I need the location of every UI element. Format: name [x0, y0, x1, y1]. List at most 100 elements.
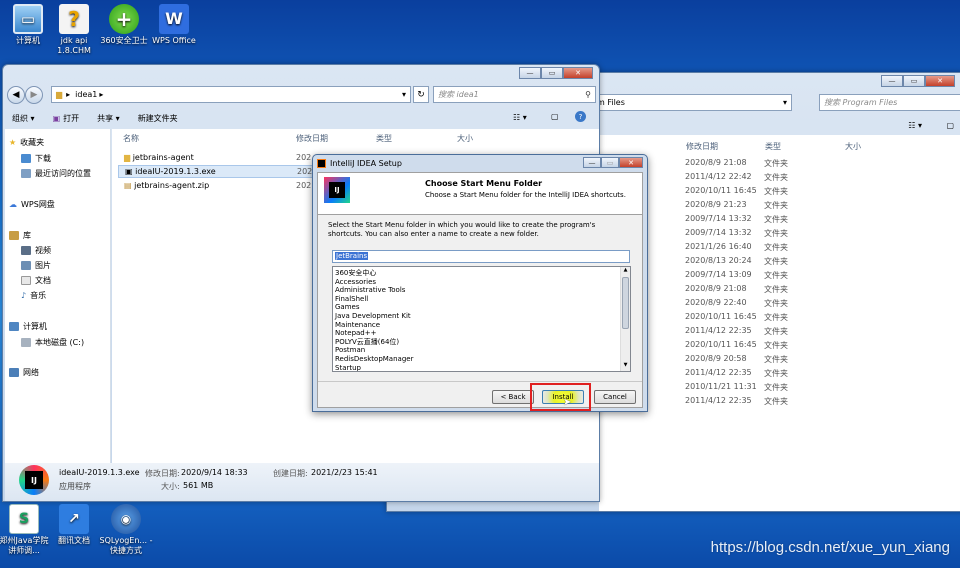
back-button[interactable]: ◀	[7, 86, 25, 104]
address-bar[interactable]: ▆ ▸ idea1 ▸ ▾	[51, 86, 411, 103]
preview-pane-icon[interactable]: ▢	[946, 121, 954, 130]
desktop-icon-360[interactable]: + 360安全卫士	[96, 4, 152, 46]
new-folder-button[interactable]: 新建文件夹	[129, 113, 187, 124]
table-row[interactable]: 2011/4/12 22:35 文件夹	[685, 326, 788, 336]
table-row[interactable]: 2009/7/14 13:32 文件夹	[685, 228, 788, 238]
table-row[interactable]: 2020/8/13 20:24 文件夹	[685, 256, 788, 266]
table-row[interactable]: 2020/10/11 16:45 文件夹	[685, 340, 788, 350]
column-size[interactable]: 大小	[457, 133, 473, 144]
view-options-icon[interactable]: ☷ ▾	[513, 113, 527, 122]
table-row[interactable]: 2020/8/9 20:58 文件夹	[685, 354, 788, 364]
column-name[interactable]: 名称	[123, 133, 139, 144]
chevron-down-icon[interactable]: ▾	[402, 90, 410, 99]
list-item[interactable]: Accessories	[335, 278, 619, 287]
address-bar[interactable]: m Files ▾	[592, 94, 792, 111]
nav-wps-cloud[interactable]: ☁ WPS网盘	[9, 199, 55, 210]
scrollbar[interactable]: ▲ ▼	[620, 267, 630, 371]
list-item[interactable]: RedisDesktopManager	[335, 355, 619, 364]
file-row[interactable]: ▤ jetbrains-agent.zip 202	[124, 181, 311, 190]
organize-button[interactable]: 组织 ▾	[3, 113, 44, 124]
search-input[interactable]: 搜索 idea1 ⚲	[433, 86, 596, 103]
table-row[interactable]: 2021/1/26 16:40 文件夹	[685, 242, 788, 252]
table-row[interactable]: 2011/4/12 22:35 文件夹	[685, 368, 788, 378]
library-icon	[9, 231, 19, 240]
file-row[interactable]: ▣ ideaIU-2019.1.3.exe 202	[118, 165, 318, 178]
nav-network[interactable]: 网络	[9, 367, 39, 378]
open-button[interactable]: ▣ 打开	[44, 113, 89, 124]
table-row[interactable]: 2020/10/11 16:45 文件夹	[685, 186, 788, 196]
table-row[interactable]: 2020/8/9 21:08 文件夹	[685, 158, 788, 168]
scroll-up-icon[interactable]: ▲	[621, 267, 630, 276]
folder-list[interactable]: 360安全中心 Accessories Administrative Tools Fi…	[332, 266, 631, 372]
list-item[interactable]: Java Development Kit	[335, 312, 619, 321]
drive-icon	[21, 338, 31, 347]
desktop-icon-spreadsheet[interactable]: S 郑州Java学院讲师调...	[0, 504, 52, 556]
table-row[interactable]: 2009/7/14 13:09 文件夹	[685, 270, 788, 280]
minimize-button[interactable]: —	[583, 157, 601, 168]
list-item[interactable]: Administrative Tools	[335, 286, 619, 295]
scroll-down-icon[interactable]: ▼	[621, 362, 630, 371]
table-row[interactable]: 2020/8/9 21:23 文件夹	[685, 200, 788, 210]
document-icon	[21, 276, 31, 285]
star-icon: ★	[9, 138, 17, 147]
nav-pictures[interactable]: 图片	[21, 260, 51, 271]
list-item[interactable]: Maintenance	[335, 321, 619, 330]
list-item[interactable]: 360安全中心	[335, 269, 619, 278]
search-input[interactable]: 搜索 Program Files	[819, 94, 960, 111]
nav-favorites[interactable]: ★ 收藏夹	[9, 137, 44, 148]
back-button[interactable]: < Back	[492, 390, 534, 404]
table-row[interactable]: 2010/11/21 11:31 文件夹	[685, 382, 788, 392]
list-item[interactable]: FinalShell	[335, 295, 619, 304]
cancel-button[interactable]: Cancel	[594, 390, 636, 404]
table-row[interactable]: 2020/10/11 16:45 文件夹	[685, 312, 788, 322]
file-row[interactable]: ▆ jetbrains-agent 202	[124, 153, 311, 162]
close-button[interactable]: ✕	[563, 67, 593, 79]
desktop-icon-jdk-api[interactable]: ? jdk api 1.8.CHM	[46, 4, 102, 56]
nav-libraries[interactable]: 库	[9, 230, 31, 241]
nav-downloads[interactable]: 下载	[21, 153, 51, 164]
table-row[interactable]: 2020/8/9 21:08 文件夹	[685, 284, 788, 294]
list-item[interactable]: Startup	[335, 364, 619, 371]
nav-computer[interactable]: 计算机	[9, 321, 47, 332]
forward-button[interactable]: ▶	[25, 86, 43, 104]
column-size[interactable]: 大小	[845, 141, 861, 152]
list-item[interactable]: POLYV云直播(64位)	[335, 338, 619, 347]
desktop-icon-doc[interactable]: ↗ 翻讯文档	[46, 504, 102, 546]
chevron-down-icon[interactable]: ▾	[783, 98, 791, 107]
search-icon[interactable]: ⚲	[585, 90, 595, 99]
dialog-title: IntelliJ IDEA Setup	[330, 158, 402, 168]
table-row[interactable]: 2009/7/14 13:32 文件夹	[685, 214, 788, 224]
list-item[interactable]: Notepad++	[335, 329, 619, 338]
nav-music[interactable]: ♪ 音乐	[21, 290, 46, 301]
list-item[interactable]: Postman	[335, 346, 619, 355]
preview-pane-icon[interactable]: ▢	[551, 112, 559, 121]
nav-recent[interactable]: 最近访问的位置	[21, 168, 91, 179]
table-row[interactable]: 2020/8/9 22:40 文件夹	[685, 298, 788, 308]
list-item[interactable]: Games	[335, 303, 619, 312]
table-row[interactable]: 2011/4/12 22:35 文件夹	[685, 396, 788, 406]
minimize-button[interactable]: —	[881, 75, 903, 87]
view-options-icon[interactable]: ☷ ▾	[908, 121, 922, 130]
nav-local-disk[interactable]: 本地磁盘 (C:)	[21, 337, 84, 348]
share-button[interactable]: 共享 ▾	[88, 113, 129, 124]
spreadsheet-icon: S	[9, 504, 39, 534]
column-modified[interactable]: 修改日期	[686, 141, 718, 152]
refresh-button[interactable]: ↻	[413, 86, 429, 103]
table-row[interactable]: 2011/4/12 22:42 文件夹	[685, 172, 788, 182]
close-button[interactable]: ✕	[925, 75, 955, 87]
help-icon[interactable]: ?	[575, 111, 586, 122]
folder-name-input[interactable]: JetBrains	[332, 250, 630, 263]
column-type[interactable]: 类型	[765, 141, 781, 152]
close-button[interactable]: ✕	[619, 157, 643, 168]
column-type[interactable]: 类型	[376, 133, 392, 144]
minimize-button[interactable]: —	[519, 67, 541, 79]
desktop-icon-sqlyog[interactable]: ◉ SQLyogEn... - 快捷方式	[98, 504, 154, 556]
maximize-button[interactable]: ▭	[601, 157, 619, 168]
desktop-icon-wps[interactable]: W WPS Office	[146, 4, 202, 46]
nav-videos[interactable]: 视频	[21, 245, 51, 256]
maximize-button[interactable]: ▭	[903, 75, 925, 87]
nav-documents[interactable]: 文档	[21, 275, 51, 286]
maximize-button[interactable]: ▭	[541, 67, 563, 79]
column-modified[interactable]: 修改日期	[296, 133, 328, 144]
scroll-thumb[interactable]	[622, 277, 629, 329]
